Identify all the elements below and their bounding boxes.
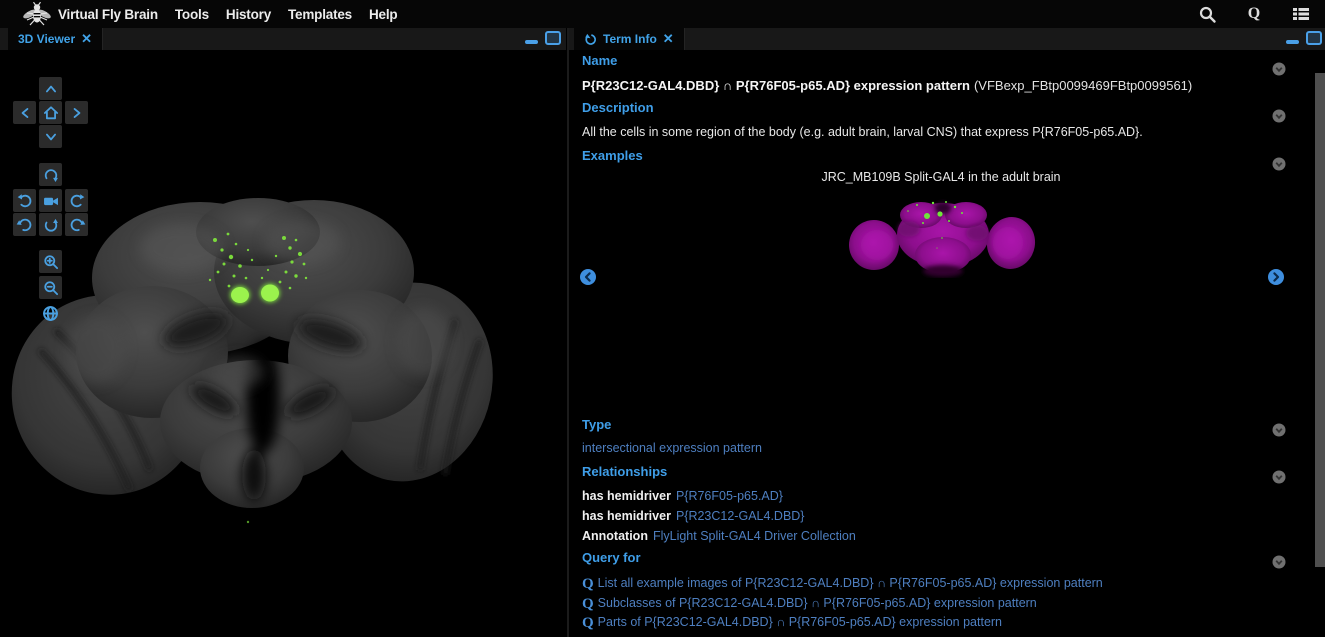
viewer-panel: 3D Viewer ✕ <box>0 28 566 637</box>
pan-down-button[interactable] <box>39 125 62 148</box>
query-row[interactable]: Q Parts of P{R23C12-GAL4.DBD} ∩ P{R76F05-… <box>582 613 1305 633</box>
relationship-link[interactable]: FlyLight Split-GAL4 Driver Collection <box>653 529 856 543</box>
collapse-relationships-icon[interactable] <box>1272 470 1286 484</box>
menu-item-history[interactable]: History <box>226 7 271 22</box>
type-link[interactable]: intersectional expression pattern <box>582 441 1305 455</box>
description-heading: Description <box>582 100 1305 115</box>
query-icon[interactable]: Q <box>1244 4 1264 24</box>
relationship-link[interactable]: P{R23C12-GAL4.DBD} <box>676 509 805 523</box>
carousel-next-icon[interactable] <box>1268 269 1284 285</box>
example-caption: JRC_MB109B Split-GAL4 in the adult brain <box>569 170 1313 184</box>
menu-item-virtual-fly-brain[interactable]: Virtual Fly Brain <box>58 7 158 22</box>
term-name-id: (VFBexp_FBtp0099469FBtp0099561) <box>974 78 1192 93</box>
term-info-tab-label: Term Info <box>603 32 657 46</box>
pan-left-button[interactable] <box>13 101 36 124</box>
vfb-fly-logo-icon[interactable] <box>20 1 54 27</box>
viewer-tabbar: 3D Viewer ✕ <box>0 28 566 51</box>
term-info-content: Name P{R23C12-GAL4.DBD} ∩ P{R76F05-p65.A… <box>569 50 1325 637</box>
pan-right-button[interactable] <box>65 101 88 124</box>
menu-item-help[interactable]: Help <box>369 7 397 22</box>
zoom-out-button[interactable] <box>39 276 62 299</box>
rotate-pitch-up-button[interactable] <box>39 163 62 186</box>
globe-button[interactable] <box>39 302 62 325</box>
term-info-tabbar: Term Info ✕ <box>569 28 1325 51</box>
rotate-cw-button[interactable] <box>65 189 88 212</box>
tab-3d-viewer[interactable]: 3D Viewer ✕ <box>8 28 103 50</box>
rotate-ccw-button[interactable] <box>13 189 36 212</box>
menu-item-tools[interactable]: Tools <box>175 7 209 22</box>
query-for-heading: Query for <box>582 550 1305 565</box>
tab-term-info[interactable]: Term Info ✕ <box>574 28 685 50</box>
query-q-icon: Q <box>582 615 594 631</box>
examples-heading: Examples <box>582 148 1305 163</box>
menu-item-templates[interactable]: Templates <box>288 7 352 22</box>
query-link[interactable]: List all example images of P{R23C12-GAL4… <box>598 576 1103 590</box>
collapse-name-icon[interactable] <box>1272 62 1286 76</box>
home-view-button[interactable] <box>39 101 62 124</box>
main-menu: Virtual Fly Brain Tools History Template… <box>58 7 397 22</box>
name-heading: Name <box>582 53 1305 68</box>
roll-ccw-button[interactable] <box>13 213 36 236</box>
query-q-icon: Q <box>582 576 594 592</box>
term-info-tab-close-icon[interactable]: ✕ <box>663 32 674 45</box>
term-info-minimize-button[interactable] <box>1286 40 1299 44</box>
relationship-row: Annotation FlyLight Split-GAL4 Driver Col… <box>582 526 1305 546</box>
results-list-icon[interactable] <box>1291 4 1311 24</box>
term-info-maximize-button[interactable] <box>1306 31 1322 45</box>
viewer-maximize-button[interactable] <box>545 31 561 45</box>
term-info-panel: Term Info ✕ Name P{R23C12-GAL4.DBD} ∩ P{… <box>567 28 1325 637</box>
term-name-bold: P{R23C12-GAL4.DBD} ∩ P{R76F05-p65.AD} ex… <box>582 78 970 93</box>
collapse-description-icon[interactable] <box>1272 109 1286 123</box>
zoom-in-button[interactable] <box>39 250 62 273</box>
query-list: Q List all example images of P{R23C12-GAL… <box>582 574 1305 633</box>
collapse-examples-icon[interactable] <box>1272 157 1286 171</box>
relationship-label: Annotation <box>582 529 648 543</box>
rotate-pitch-down-button[interactable] <box>39 213 62 236</box>
roll-cw-button[interactable] <box>65 213 88 236</box>
viewer-tab-label: 3D Viewer <box>18 32 75 46</box>
relationship-label: has hemidriver <box>582 489 671 503</box>
viewer-canvas[interactable] <box>0 50 566 637</box>
relationships-heading: Relationships <box>582 464 1305 479</box>
collapse-query-for-icon[interactable] <box>1272 555 1286 569</box>
relationship-row: has hemidriver P{R23C12-GAL4.DBD} <box>582 506 1305 526</box>
query-link[interactable]: Parts of P{R23C12-GAL4.DBD} ∩ P{R76F05-p… <box>598 615 1002 629</box>
relationship-label: has hemidriver <box>582 509 671 523</box>
query-q-icon: Q <box>582 596 594 612</box>
term-name: P{R23C12-GAL4.DBD} ∩ P{R76F05-p65.AD} ex… <box>582 77 1305 95</box>
relationship-row: has hemidriver P{R76F05-p65.AD} <box>582 486 1305 506</box>
viewer-minimize-button[interactable] <box>525 40 538 44</box>
query-link[interactable]: Subclasses of P{R23C12-GAL4.DBD} ∩ P{R76… <box>598 596 1037 610</box>
term-info-scrollbar[interactable] <box>1315 73 1325 567</box>
description-text: All the cells in some region of the body… <box>582 125 1305 139</box>
relationships-list: has hemidriver P{R76F05-p65.AD} has hemid… <box>582 486 1305 546</box>
adult-brain-3d-mesh[interactable] <box>0 50 566 637</box>
carousel-prev-icon[interactable] <box>580 269 596 285</box>
viewer-tab-close-icon[interactable]: ✕ <box>81 32 92 45</box>
history-icon[interactable] <box>584 33 597 46</box>
search-icon[interactable] <box>1197 4 1217 24</box>
camera-button[interactable] <box>39 189 62 212</box>
type-heading: Type <box>582 417 1305 432</box>
relationship-link[interactable]: P{R76F05-p65.AD} <box>676 489 783 503</box>
query-row[interactable]: Q Subclasses of P{R23C12-GAL4.DBD} ∩ P{R7… <box>582 594 1305 614</box>
pan-up-button[interactable] <box>39 77 62 100</box>
collapse-type-icon[interactable] <box>1272 423 1286 437</box>
example-image-adult-brain[interactable] <box>847 193 1037 278</box>
query-row[interactable]: Q List all example images of P{R23C12-GAL… <box>582 574 1305 594</box>
menu-bar: Virtual Fly Brain Tools History Template… <box>0 0 1325 28</box>
